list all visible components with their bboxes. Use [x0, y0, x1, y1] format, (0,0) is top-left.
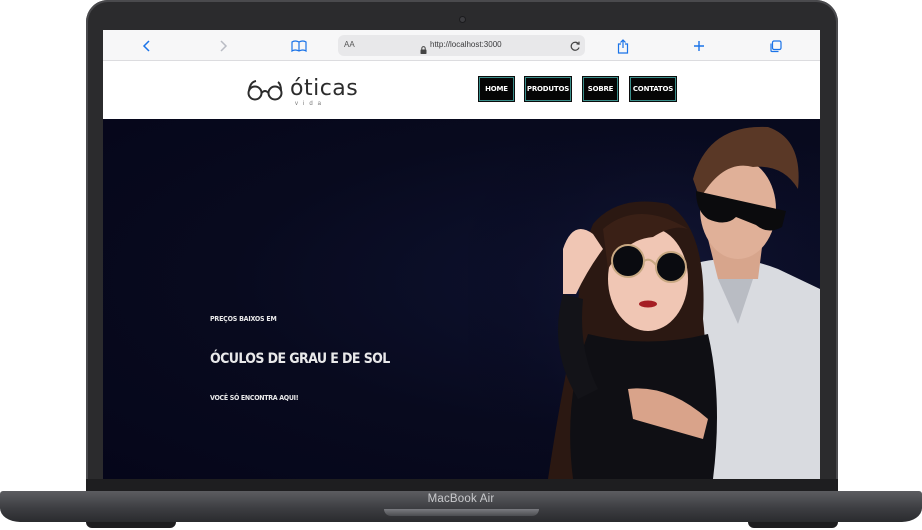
glasses-logo-icon — [247, 80, 283, 101]
hero-headline: ÓCULOS DE GRAU E DE SOL — [210, 351, 390, 367]
laptop-foot-right — [748, 522, 838, 528]
hero-banner: PREÇOS BAIXOS EM ÓCULOS DE GRAU E DE SOL… — [103, 119, 820, 479]
nav-home[interactable]: HOME — [479, 77, 514, 101]
forward-icon[interactable] — [214, 37, 232, 55]
couple-sunglasses-photo — [468, 119, 820, 479]
laptop-foot-left — [86, 522, 176, 528]
back-icon[interactable] — [138, 37, 156, 55]
brand-name: óticas — [290, 76, 359, 101]
share-icon[interactable] — [614, 37, 632, 55]
bookmarks-icon[interactable] — [290, 37, 308, 55]
site-header: óticas vida HOME PRODUTOS SOBRE CONTATOS — [103, 61, 820, 119]
browser-toolbar: AA http://localhost:3000 — [103, 30, 820, 61]
url-text: http://localhost:3000 — [430, 40, 502, 49]
camera-dot — [460, 17, 465, 22]
hero-kicker: PREÇOS BAIXOS EM — [210, 315, 277, 323]
address-bar[interactable]: AA http://localhost:3000 — [338, 35, 585, 56]
brand-subtitle: vida — [295, 101, 327, 107]
nav-contatos[interactable]: CONTATOS — [630, 77, 676, 101]
screen: AA http://localhost:3000 óticas vida HOM… — [103, 30, 820, 479]
laptop-notch — [384, 509, 539, 516]
new-tab-icon[interactable] — [690, 37, 708, 55]
nav-sobre[interactable]: SOBRE — [583, 77, 618, 101]
reader-button[interactable]: AA — [344, 40, 355, 49]
brand-logo[interactable]: óticas vida — [247, 76, 367, 108]
hero-tagline: VOCÊ SÓ ENCONTRA AQUI! — [210, 394, 299, 402]
lock-icon — [420, 41, 427, 59]
device-label: MacBook Air — [427, 493, 495, 505]
tabs-icon[interactable] — [766, 37, 784, 55]
reload-icon[interactable] — [569, 39, 581, 57]
nav-produtos[interactable]: PRODUTOS — [525, 77, 571, 101]
